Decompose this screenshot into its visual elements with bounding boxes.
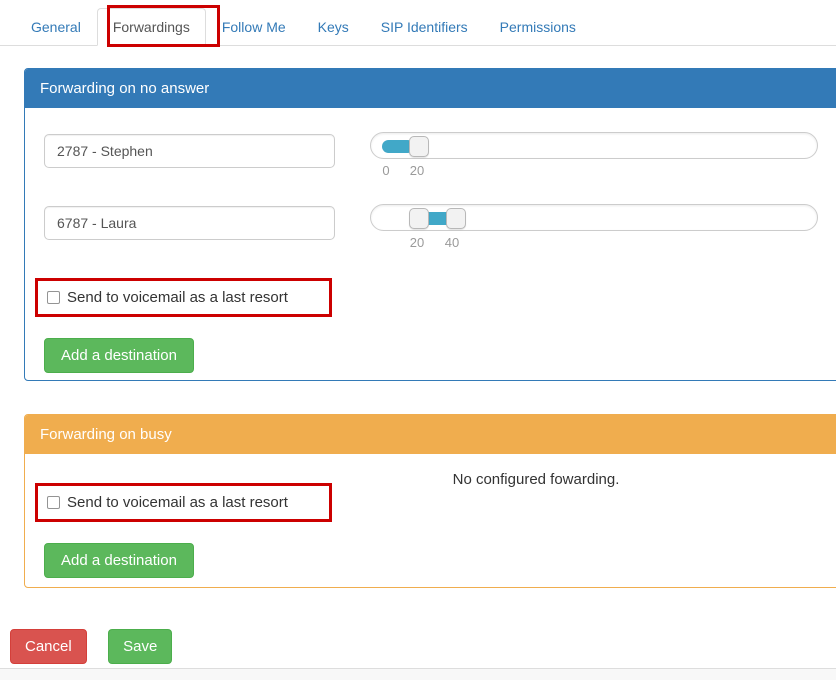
tab-permissions-link[interactable]: Permissions [484, 8, 592, 46]
slider-tick-label: 0 [378, 163, 394, 178]
slider-labels: 20 40 [370, 231, 818, 251]
tab-keys[interactable]: Keys [302, 8, 365, 46]
slider-tick-label: 40 [442, 235, 462, 250]
tab-sip-identifiers-link[interactable]: SIP Identifiers [365, 8, 484, 46]
slider-tick-label: 20 [407, 235, 427, 250]
no-answer-panel: Forwarding on no answer 0 20 [24, 68, 836, 381]
page-footer-divider [0, 668, 836, 680]
slider-track[interactable] [370, 204, 818, 231]
cancel-button[interactable]: Cancel [10, 629, 87, 664]
destination-row: 0 20 [44, 134, 836, 179]
slider-handle[interactable] [409, 208, 429, 229]
busy-panel: Forwarding on busy No configured fowardi… [24, 414, 836, 588]
destination-row: 20 40 [44, 206, 836, 251]
tab-permissions[interactable]: Permissions [484, 8, 592, 46]
annotation-box-voicemail-checkbox: Send to voicemail as a last resort [35, 483, 332, 522]
destination-input[interactable] [44, 206, 335, 240]
tab-follow-me-link[interactable]: Follow Me [206, 8, 302, 46]
tab-follow-me[interactable]: Follow Me [206, 8, 302, 46]
busy-panel-body: No configured fowarding. Send to voicema… [25, 454, 836, 587]
annotation-box-voicemail-checkbox: Send to voicemail as a last resort [35, 278, 332, 317]
slider-handle[interactable] [446, 208, 466, 229]
no-answer-panel-body: 0 20 20 40 Send to voicemail [25, 108, 836, 380]
destination-input[interactable] [44, 134, 335, 168]
tab-sip-identifiers[interactable]: SIP Identifiers [365, 8, 484, 46]
tab-keys-link[interactable]: Keys [302, 8, 365, 46]
tab-forwardings[interactable]: Forwardings [97, 8, 206, 46]
delay-slider: 0 20 [370, 132, 818, 179]
no-forwarding-text: No configured fowarding. [44, 466, 836, 484]
voicemail-checkbox-label[interactable]: Send to voicemail as a last resort [67, 494, 288, 511]
tab-forwardings-link[interactable]: Forwardings [97, 8, 206, 46]
busy-panel-title: Forwarding on busy [25, 415, 836, 454]
add-destination-button[interactable]: Add a destination [44, 338, 194, 373]
save-button[interactable]: Save [108, 629, 172, 664]
voicemail-checkbox[interactable] [47, 496, 60, 509]
slider-tick-label: 20 [407, 163, 427, 178]
tab-general[interactable]: General [15, 8, 97, 46]
tab-general-link[interactable]: General [15, 8, 97, 46]
form-actions: Cancel Save [10, 629, 836, 664]
no-answer-panel-title: Forwarding on no answer [25, 69, 836, 108]
slider-track[interactable] [370, 132, 818, 159]
add-destination-button[interactable]: Add a destination [44, 543, 194, 578]
voicemail-checkbox-label[interactable]: Send to voicemail as a last resort [67, 289, 288, 306]
delay-slider: 20 40 [370, 204, 818, 251]
slider-labels: 0 20 [370, 159, 818, 179]
slider-handle[interactable] [409, 136, 429, 157]
tab-bar: General Forwardings Follow Me Keys SIP I… [0, 0, 836, 46]
voicemail-checkbox[interactable] [47, 291, 60, 304]
